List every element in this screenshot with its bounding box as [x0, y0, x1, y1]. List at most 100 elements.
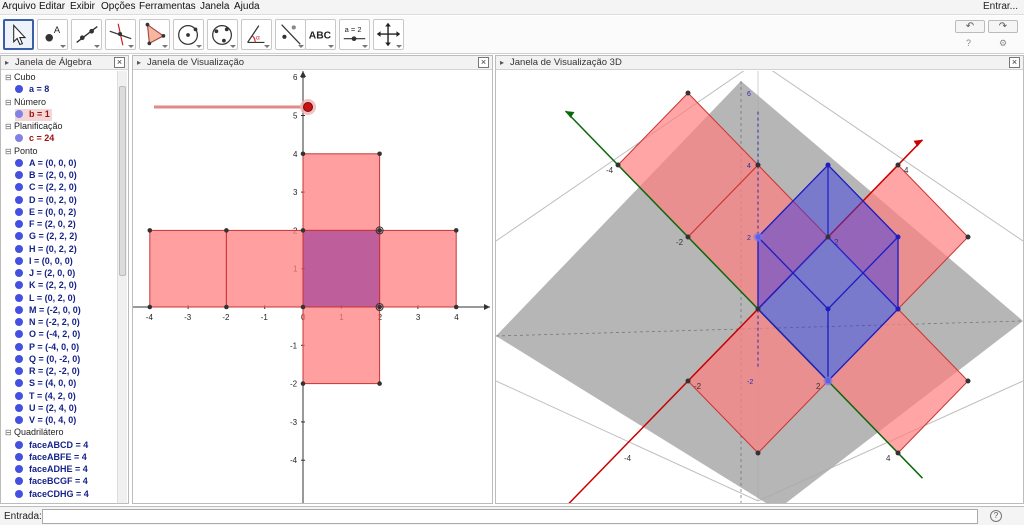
algebra-item[interactable]: faceCDHG = 4 [15, 489, 91, 501]
algebra-item[interactable]: T = (4, 2, 0) [15, 391, 78, 403]
graphics-view-3d[interactable]: ▸ Janela de Visualização 3D × -4 -2 2 4 -4 -2 2… [495, 55, 1024, 504]
visibility-toggle-icon[interactable] [15, 134, 23, 143]
scrollbar-thumb[interactable] [119, 86, 126, 276]
visibility-toggle-icon[interactable] [15, 220, 23, 228]
slider-tool-button[interactable]: a = 2 [339, 19, 370, 50]
graphics-2d-canvas[interactable]: -4-3-2-101234654321-1-2-3-4 [133, 71, 492, 503]
menu-arquivo[interactable]: Arquivo [2, 1, 36, 12]
collapse-arrow-icon[interactable]: ▸ [137, 58, 141, 67]
visibility-toggle-icon[interactable] [15, 109, 23, 118]
collapse-toggle-icon[interactable]: ⊟ [5, 428, 14, 437]
visibility-toggle-icon[interactable] [15, 256, 23, 265]
algebra-item[interactable]: faceABCD = 4 [15, 440, 90, 452]
reflect-tool-button[interactable] [275, 19, 306, 50]
input-help-icon[interactable]: ? [990, 510, 1002, 522]
close-algebra-view-button[interactable]: × [114, 57, 125, 68]
help-icon[interactable]: ? [966, 38, 971, 48]
visibility-toggle-icon[interactable] [15, 367, 23, 375]
algebra-item[interactable]: J = (2, 0, 0) [15, 268, 77, 280]
point-tool-button[interactable]: A [37, 19, 68, 50]
algebra-item[interactable]: L = (0, 2, 0) [15, 293, 78, 305]
collapse-toggle-icon[interactable]: ⊟ [5, 122, 14, 131]
algebra-item[interactable]: c = 24 [15, 133, 56, 145]
algebra-category[interactable]: ⊟ Cubo [5, 72, 35, 84]
visibility-toggle-icon[interactable] [15, 171, 23, 179]
undo-button[interactable]: ↶ [955, 20, 985, 33]
visibility-toggle-icon[interactable] [15, 379, 23, 388]
polygon-tool-button[interactable] [139, 19, 170, 50]
visibility-toggle-icon[interactable] [15, 489, 23, 498]
move-tool-button[interactable] [3, 19, 34, 50]
menu-exibir[interactable]: Exibir [70, 1, 95, 12]
visibility-toggle-icon[interactable] [15, 354, 23, 363]
visibility-toggle-icon[interactable] [15, 416, 23, 424]
algebra-category[interactable]: ⊟ Ponto [5, 146, 37, 158]
algebra-item[interactable]: faceABFE = 4 [15, 452, 89, 464]
visibility-toggle-icon[interactable] [15, 281, 23, 290]
visibility-toggle-icon[interactable] [15, 85, 23, 94]
redo-button[interactable]: ↷ [988, 20, 1018, 33]
algebra-item[interactable]: K = (2, 2, 0) [15, 280, 79, 292]
collapse-arrow-icon[interactable]: ▸ [500, 58, 504, 67]
algebra-item[interactable]: R = (2, -2, 0) [15, 366, 82, 378]
visibility-toggle-icon[interactable] [15, 318, 23, 326]
graphics-view-2d[interactable]: ▸Janela de Visualização × -4-3-2-1012346… [132, 55, 493, 504]
algebra-scrollbar[interactable] [117, 71, 127, 503]
conic-tool-button[interactable] [207, 19, 238, 50]
algebra-item[interactable]: V = (0, 4, 0) [15, 415, 78, 427]
algebra-item[interactable]: b = 1 [15, 108, 52, 121]
visibility-toggle-icon[interactable] [15, 158, 23, 167]
menu-janela[interactable]: Janela [200, 1, 229, 12]
visibility-toggle-icon[interactable] [15, 207, 23, 216]
algebra-item[interactable]: C = (2, 2, 0) [15, 182, 79, 194]
algebra-item[interactable]: D = (0, 2, 0) [15, 195, 79, 207]
visibility-toggle-icon[interactable] [15, 330, 23, 339]
visibility-toggle-icon[interactable] [15, 440, 23, 449]
collapse-toggle-icon[interactable]: ⊟ [5, 73, 14, 82]
visibility-toggle-icon[interactable] [15, 452, 23, 461]
collapse-arrow-icon[interactable]: ▸ [5, 58, 9, 67]
move-view-tool-button[interactable] [373, 19, 404, 50]
algebra-item[interactable]: O = (-4, 2, 0) [15, 329, 82, 341]
menu-ferramentas[interactable]: Ferramentas [139, 1, 196, 12]
algebra-item[interactable]: B = (2, 0, 0) [15, 170, 79, 182]
collapse-toggle-icon[interactable]: ⊟ [5, 98, 14, 107]
algebra-item[interactable]: E = (0, 0, 2) [15, 207, 78, 219]
visibility-toggle-icon[interactable] [15, 293, 23, 302]
algebra-item[interactable]: H = (0, 2, 2) [15, 244, 79, 256]
login-link[interactable]: Entrar... [983, 1, 1018, 12]
menu-editar[interactable]: Editar [39, 1, 65, 12]
perpendicular-tool-button[interactable] [105, 19, 136, 50]
algebra-item[interactable]: F = (2, 0, 2) [15, 219, 78, 231]
algebra-item[interactable]: A = (0, 0, 0) [15, 158, 78, 170]
algebra-item[interactable]: a = 8 [15, 84, 51, 96]
line-tool-button[interactable] [71, 19, 102, 50]
visibility-toggle-icon[interactable] [15, 305, 23, 314]
algebra-category[interactable]: ⊟ Quadrilátero [5, 427, 63, 439]
algebra-category[interactable]: ⊟ Número [5, 97, 46, 109]
visibility-toggle-icon[interactable] [15, 477, 23, 486]
close-graphics-3d-button[interactable]: × [1009, 57, 1020, 68]
close-graphics-view-button[interactable]: × [478, 57, 489, 68]
visibility-toggle-icon[interactable] [15, 195, 23, 204]
algebra-item[interactable]: G = (2, 2, 2) [15, 231, 79, 243]
angle-tool-button[interactable]: α [241, 19, 272, 50]
circle-tool-button[interactable] [173, 19, 204, 50]
menu-opcoes[interactable]: Opções [101, 1, 135, 12]
text-tool-button[interactable]: ABC [305, 19, 336, 50]
algebra-item[interactable]: S = (4, 0, 0) [15, 378, 78, 390]
visibility-toggle-icon[interactable] [15, 269, 23, 277]
visibility-toggle-icon[interactable] [15, 183, 23, 192]
graphics-3d-canvas[interactable]: -4-224-4-224-2246 [496, 71, 1023, 503]
algebra-category[interactable]: ⊟ Planificação [5, 121, 62, 133]
algebra-item[interactable]: Q = (0, -2, 0) [15, 354, 82, 366]
algebra-item[interactable]: I = (0, 0, 0) [15, 256, 75, 268]
visibility-toggle-icon[interactable] [15, 232, 23, 241]
algebra-item[interactable]: P = (-4, 0, 0) [15, 342, 81, 354]
algebra-item[interactable]: M = (-2, 0, 0) [15, 305, 83, 317]
algebra-item[interactable]: U = (2, 4, 0) [15, 403, 79, 415]
visibility-toggle-icon[interactable] [15, 465, 23, 473]
visibility-toggle-icon[interactable] [15, 244, 23, 253]
visibility-toggle-icon[interactable] [15, 403, 23, 412]
algebra-item[interactable]: faceADHE = 4 [15, 464, 90, 476]
